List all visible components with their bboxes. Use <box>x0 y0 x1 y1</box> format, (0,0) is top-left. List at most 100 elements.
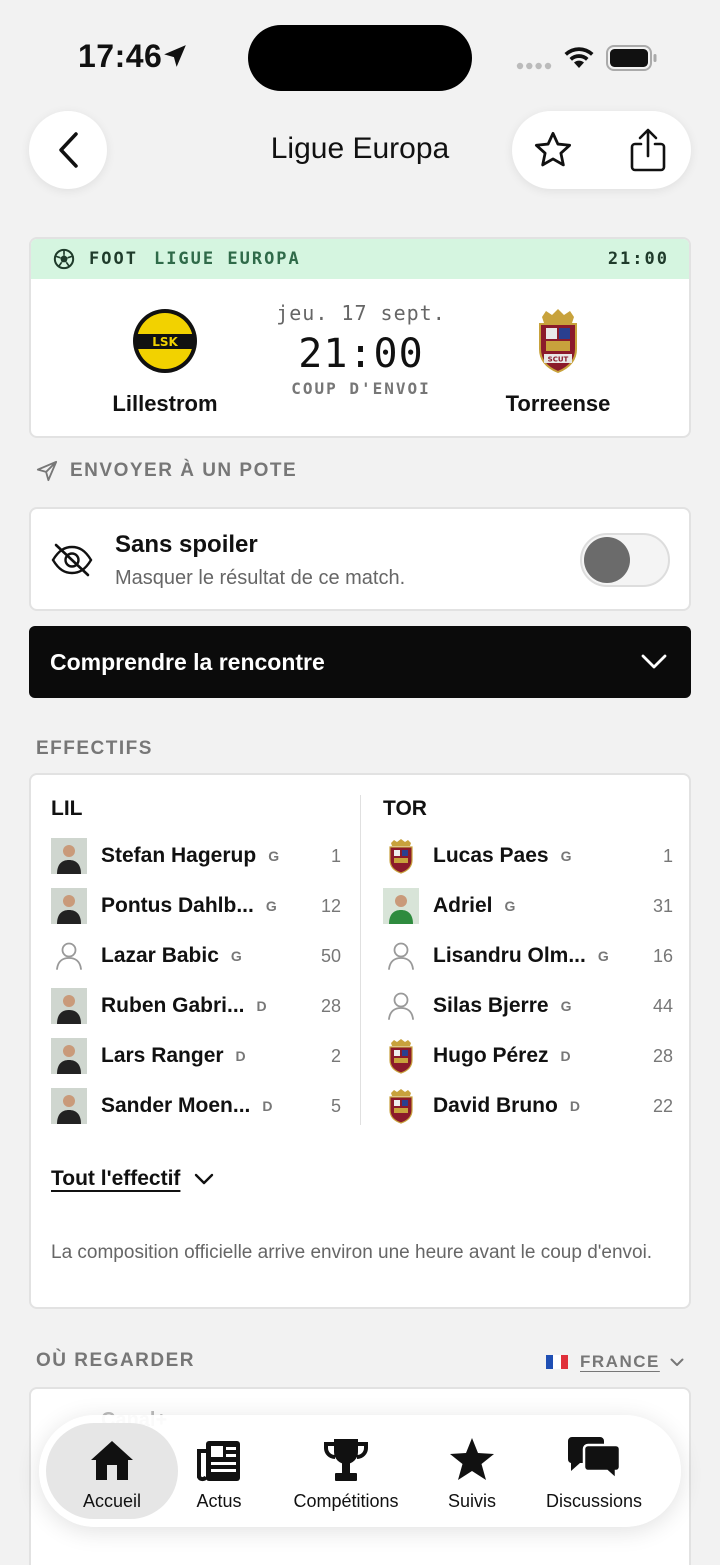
away-team-name: Torreense <box>505 391 611 416</box>
toggle-knob <box>584 537 630 583</box>
away-team[interactable]: SCUT Torreense <box>458 307 658 417</box>
player-row[interactable]: David Bruno D 22 <box>383 1081 673 1131</box>
kickoff-label: COUP D'ENVOI <box>291 379 431 398</box>
chat-bubbles-icon <box>567 1437 622 1482</box>
player-row[interactable]: Lucas Paes G 1 <box>383 831 673 881</box>
player-name: Silas Bjerre <box>433 994 549 1017</box>
home-team-name: Lillestrom <box>112 391 218 416</box>
player-photo <box>51 888 87 924</box>
tab-news[interactable]: Actus <box>178 1415 260 1527</box>
lillestrom-logo: LSK <box>133 309 197 373</box>
player-position: G <box>597 948 609 964</box>
away-player-list: Lucas Paes G 1 Adriel G 31 Lisandru Olm... G 16 S… <box>383 831 673 1131</box>
player-position: G <box>265 898 277 914</box>
player-name: Adriel <box>433 894 493 917</box>
team-crest-icon <box>389 1089 413 1124</box>
full-roster-button[interactable]: Tout l'effectif <box>51 1167 214 1191</box>
share-button[interactable] <box>628 127 668 173</box>
player-position: G <box>268 848 280 864</box>
home-team-abbr: LIL <box>51 797 83 820</box>
roster-divider <box>360 795 361 1125</box>
newspaper-icon <box>197 1441 240 1482</box>
player-number: 1 <box>330 845 341 866</box>
person-placeholder-icon <box>388 992 414 1020</box>
player-name: Lucas Paes <box>433 844 549 867</box>
player-photo <box>51 988 87 1024</box>
location-arrow-icon <box>164 45 186 67</box>
understand-match-accordion[interactable]: Comprendre la rencontre <box>29 626 691 698</box>
person-placeholder-icon <box>388 942 414 970</box>
tab-followed[interactable]: Suivis <box>432 1415 512 1527</box>
spoiler-subtitle: Masquer le résultat de ce match. <box>115 567 406 589</box>
player-row[interactable]: Pontus Dahlb... G 12 <box>51 881 341 931</box>
chevron-down-icon <box>195 1173 214 1185</box>
team-crest-icon <box>389 839 413 874</box>
home-icon <box>91 1441 133 1480</box>
header-actions <box>512 111 691 189</box>
match-card[interactable]: FOOT LIGUE EUROPA 21:00 LSK Lillestrom j… <box>29 237 691 438</box>
chevron-down-icon <box>670 1358 684 1366</box>
player-row[interactable]: Ruben Gabri... D 28 <box>51 981 341 1031</box>
player-row[interactable]: Lazar Babic G 50 <box>51 931 341 981</box>
player-row[interactable]: Adriel G 31 <box>383 881 673 931</box>
country-name: FRANCE <box>580 1352 660 1371</box>
chevron-left-icon <box>59 132 78 168</box>
player-number: 28 <box>652 1045 673 1066</box>
chevron-down-icon <box>641 654 667 669</box>
player-number: 12 <box>320 895 341 916</box>
player-name: Hugo Pérez <box>433 1044 549 1067</box>
home-roster: LIL Stefan Hagerup G 1 Pontus Dahlb... G 12 La… <box>51 797 341 1131</box>
status-bar: 17:46 <box>0 0 720 110</box>
player-number: 2 <box>330 1045 341 1066</box>
send-to-friend-label: ENVOYER À UN POTE <box>70 460 298 481</box>
torreense-crest: SCUT <box>539 309 577 374</box>
person-placeholder-icon <box>56 942 82 970</box>
away-team-abbr: TOR <box>383 797 427 820</box>
tab-label: Discussions <box>545 1491 643 1511</box>
status-time: 17:46 <box>78 38 163 74</box>
player-name: Ruben Gabri... <box>101 994 245 1017</box>
player-position: G <box>560 848 572 864</box>
player-photo <box>383 888 419 924</box>
lineup-note: La composition officielle arrive environ… <box>51 1242 653 1263</box>
player-name: Lazar Babic <box>101 944 219 967</box>
player-number: 28 <box>320 995 341 1016</box>
player-number: 22 <box>652 1095 673 1116</box>
player-row[interactable]: Hugo Pérez D 28 <box>383 1031 673 1081</box>
tab-label: Accueil <box>82 1491 142 1511</box>
roster-card: LIL Stefan Hagerup G 1 Pontus Dahlb... G 12 La… <box>29 773 691 1309</box>
player-position: D <box>256 998 267 1014</box>
tab-discussions[interactable]: Discussions <box>536 1415 652 1527</box>
spoiler-toggle[interactable] <box>580 533 670 587</box>
home-player-list: Stefan Hagerup G 1 Pontus Dahlb... G 12 Lazar … <box>51 831 341 1131</box>
favorite-star-button[interactable] <box>532 129 574 171</box>
home-team[interactable]: LSK Lillestrom <box>65 307 265 417</box>
spoiler-card: Sans spoiler Masquer le résultat de ce m… <box>29 507 691 611</box>
dynamic-island <box>248 25 472 91</box>
player-row[interactable]: Stefan Hagerup G 1 <box>51 831 341 881</box>
player-position: D <box>262 1098 273 1114</box>
player-position: G <box>230 948 242 964</box>
signal-icon <box>516 62 552 70</box>
tab-home[interactable]: Accueil <box>66 1415 158 1527</box>
tab-bar: Accueil Actus Compétitions Suivis Discus… <box>39 1415 681 1527</box>
country-selector[interactable]: FRANCE <box>546 1352 684 1372</box>
tab-competitions[interactable]: Compétitions <box>283 1415 409 1527</box>
player-row[interactable]: Silas Bjerre G 44 <box>383 981 673 1031</box>
match-header-time: 21:00 <box>607 249 669 269</box>
player-row[interactable]: Lars Ranger D 2 <box>51 1031 341 1081</box>
kickoff-info: jeu. 17 sept. 21:00 COUP D'ENVOI <box>261 301 461 398</box>
understand-match-label: Comprendre la rencontre <box>50 648 325 675</box>
send-to-friend-button[interactable]: ENVOYER À UN POTE <box>36 460 297 482</box>
player-row[interactable]: Sander Moen... D 5 <box>51 1081 341 1131</box>
player-position: G <box>560 998 572 1014</box>
trophy-icon <box>324 1439 368 1481</box>
back-button[interactable] <box>29 111 107 189</box>
sport-label: FOOT <box>89 249 138 269</box>
player-row[interactable]: Lisandru Olm... G 16 <box>383 931 673 981</box>
soccer-ball-icon <box>53 248 75 270</box>
full-roster-label: Tout l'effectif <box>51 1167 181 1190</box>
where-to-watch-label: OÙ REGARDER <box>36 1350 196 1371</box>
player-name: Pontus Dahlb... <box>101 894 254 917</box>
wifi-icon <box>564 47 594 68</box>
